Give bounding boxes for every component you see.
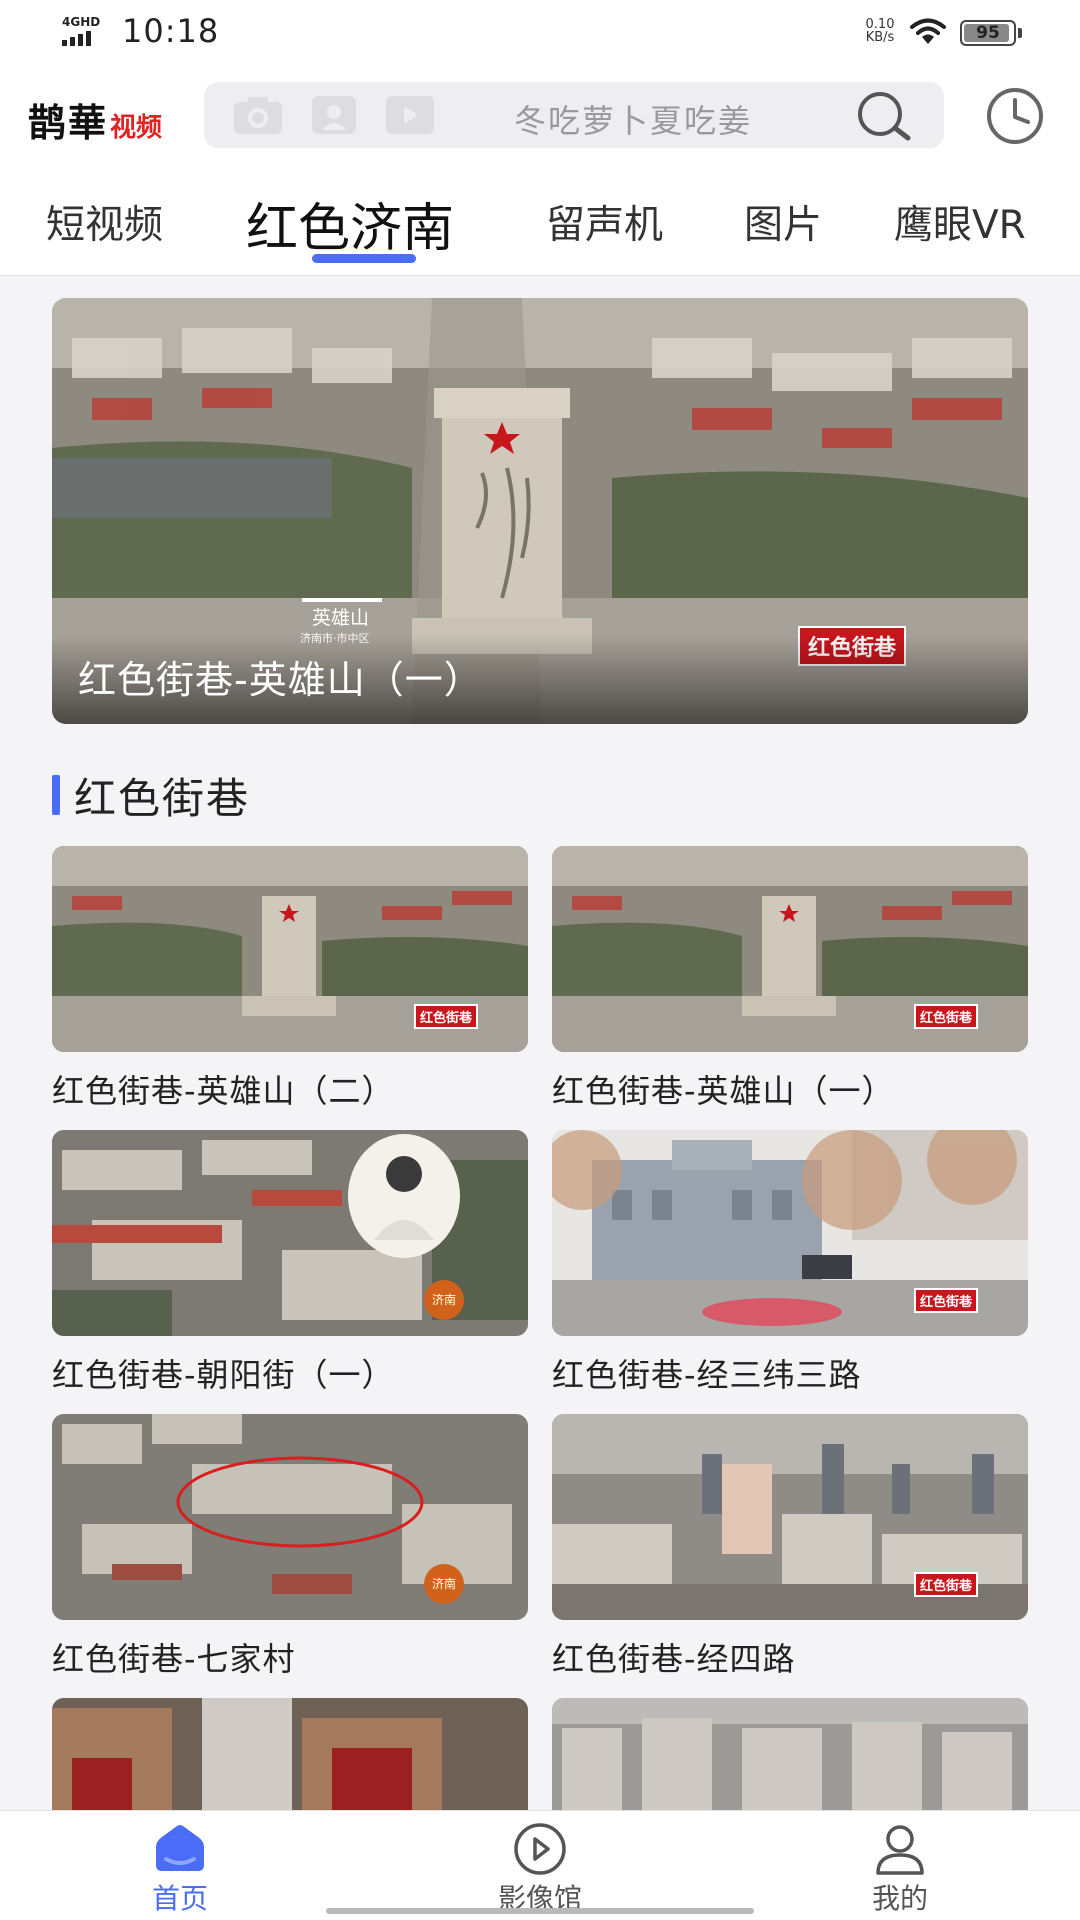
video-title: 红色街巷-朝阳街（一） bbox=[52, 1356, 395, 1394]
search-placeholder[interactable]: 冬吃萝卜夏吃姜 bbox=[514, 96, 752, 142]
tab-pictures[interactable]: 图片 bbox=[744, 194, 822, 250]
video-badge: 红色街巷 bbox=[914, 1288, 979, 1313]
video-card[interactable]: 济南 红色街巷-七家村 bbox=[52, 1414, 528, 1680]
logo-sub: 视频 bbox=[110, 113, 163, 143]
clock-icon[interactable] bbox=[978, 86, 1052, 146]
category-tabs: 短视频 红色济南 留声机 图片 鹰眼VR bbox=[0, 164, 1080, 276]
video-card[interactable]: 济南 红色街巷-朝阳街（一） bbox=[52, 1130, 528, 1396]
app-logo: 鹊華 视频 bbox=[28, 92, 163, 145]
video-thumbnail: 红色街巷 bbox=[552, 846, 1028, 1052]
net-speed: 0.10 KB/s bbox=[858, 18, 902, 44]
video-badge: 红色街巷 bbox=[914, 1572, 979, 1597]
logo-main: 鹊華 bbox=[28, 100, 109, 145]
net-speed-unit: KB/s bbox=[865, 30, 895, 45]
status-bar: 4GHD 10:18 0.10 KB/s 95 bbox=[0, 0, 1080, 64]
hero-overlay-place: 英雄山 bbox=[312, 607, 370, 629]
play-icon[interactable] bbox=[380, 92, 440, 138]
video-title: 红色街巷-经四路 bbox=[552, 1640, 796, 1678]
video-thumbnail: 济南 bbox=[52, 1414, 528, 1620]
app-header: 鹊華 视频 冬吃萝卜夏吃姜 bbox=[0, 64, 1080, 164]
tab-eagle-eye-vr[interactable]: 鹰眼VR bbox=[894, 194, 1026, 250]
video-badge: 济南 bbox=[424, 1280, 464, 1320]
wifi-icon bbox=[910, 18, 946, 44]
video-card[interactable]: 红色街巷 红色街巷-英雄山（二） bbox=[52, 846, 528, 1112]
scan-icon[interactable] bbox=[304, 92, 364, 138]
bottom-navigation: 首页 影像馆 我的 bbox=[0, 1810, 1080, 1920]
video-card[interactable]: 红色街巷 红色街巷-经三纬三路 bbox=[552, 1130, 1028, 1396]
status-time: 10:18 bbox=[122, 12, 220, 50]
section-title: 红色街巷 bbox=[74, 773, 251, 823]
nav-profile-label: 我的 bbox=[871, 1882, 928, 1915]
battery-level: 95 bbox=[976, 23, 1000, 43]
section-header: 红色街巷 bbox=[52, 770, 250, 823]
video-title: 红色街巷-英雄山（二） bbox=[52, 1072, 395, 1110]
hero-title: 红色街巷-英雄山（一） bbox=[78, 658, 483, 702]
video-thumbnail: 红色街巷 bbox=[552, 1130, 1028, 1336]
video-card[interactable] bbox=[52, 1698, 528, 1810]
search-bar[interactable]: 冬吃萝卜夏吃姜 bbox=[204, 82, 944, 148]
nav-profile[interactable]: 我的 bbox=[800, 1811, 1000, 1920]
network-type: 4GHD bbox=[62, 15, 101, 29]
video-badge: 红色街巷 bbox=[914, 1004, 979, 1029]
tab-gramophone[interactable]: 留声机 bbox=[546, 194, 663, 250]
search-icon[interactable] bbox=[852, 88, 916, 144]
video-thumbnail bbox=[552, 1698, 1028, 1810]
tab-short-video[interactable]: 短视频 bbox=[46, 194, 163, 250]
signal-icon: 4GHD bbox=[62, 16, 110, 46]
video-thumbnail: 红色街巷 bbox=[52, 846, 528, 1052]
section-accent-bar bbox=[52, 775, 60, 815]
user-icon bbox=[876, 1825, 924, 1875]
tab-active-indicator bbox=[312, 254, 416, 263]
home-indicator-bar[interactable] bbox=[326, 1908, 754, 1914]
video-card[interactable] bbox=[552, 1698, 1028, 1810]
video-badge: 济南 bbox=[424, 1564, 464, 1604]
video-thumbnail bbox=[52, 1698, 528, 1810]
nav-home[interactable]: 首页 bbox=[80, 1811, 280, 1920]
video-card[interactable]: 红色街巷 红色街巷-英雄山（一） bbox=[552, 846, 1028, 1112]
battery-icon: 95 bbox=[960, 20, 1016, 46]
video-thumbnail: 红色街巷 bbox=[552, 1414, 1028, 1620]
nav-home-label: 首页 bbox=[151, 1882, 208, 1915]
battery-tip bbox=[1018, 28, 1022, 38]
video-card[interactable]: 红色街巷 红色街巷-经四路 bbox=[552, 1414, 1028, 1680]
video-badge: 红色街巷 bbox=[414, 1004, 479, 1029]
video-title: 红色街巷-经三纬三路 bbox=[552, 1356, 862, 1394]
nav-gallery[interactable]: 影像馆 bbox=[440, 1811, 640, 1920]
hero-banner[interactable]: 英雄山 济南市·市中区 红色街巷 红色街巷-英雄山（一） bbox=[52, 298, 1028, 724]
video-title: 红色街巷-英雄山（一） bbox=[552, 1072, 895, 1110]
home-icon bbox=[156, 1825, 204, 1871]
video-thumbnail: 济南 bbox=[52, 1130, 528, 1336]
video-title: 红色街巷-七家村 bbox=[52, 1640, 296, 1678]
camera-icon[interactable] bbox=[228, 92, 288, 138]
tab-red-jinan[interactable]: 红色济南 bbox=[246, 186, 454, 261]
play-circle-icon bbox=[514, 1823, 566, 1875]
